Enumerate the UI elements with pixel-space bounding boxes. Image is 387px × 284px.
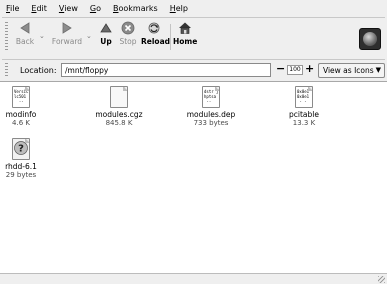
back-label: Back: [15, 37, 35, 46]
toolbar-grip[interactable]: [5, 22, 8, 52]
file-size: 733 bytes: [193, 119, 229, 127]
location-bar: Location: /mnt/floppy − 100 + View as Ic…: [0, 60, 387, 80]
file-icon-view[interactable]: Versic lc501 -- modinfo 4.6 K modules.cg…: [0, 81, 387, 273]
file-size: 29 bytes: [5, 171, 37, 179]
forward-arrow-icon: [62, 22, 72, 34]
reload-button[interactable]: Reload: [141, 21, 171, 55]
zoom-out-button[interactable]: −: [276, 63, 285, 74]
status-bar: [0, 273, 387, 284]
reload-icon: [148, 22, 160, 34]
toolbar-separator: [170, 24, 171, 50]
home-label: Home: [173, 37, 198, 46]
file-item-modules-dep[interactable]: dstr j hptsa -- modules.dep 733 bytes: [185, 86, 237, 127]
throbber-sphere-icon: [363, 32, 377, 46]
activity-throbber: [359, 28, 381, 50]
menu-file[interactable]: File: [6, 4, 19, 13]
location-input[interactable]: /mnt/floppy: [61, 63, 271, 77]
view-mode-value: View as Icons: [323, 66, 374, 75]
menu-go[interactable]: Go: [90, 4, 101, 13]
file-item-pcitable[interactable]: 0x0e1 0x0e1 - - pcitable 13.3 K: [285, 86, 323, 127]
file-preview: 0x0e1 0x0e1 - -: [297, 89, 310, 104]
back-history-dropdown-icon[interactable]: ⌄: [39, 32, 45, 40]
file-size: 13.3 K: [292, 119, 316, 127]
file-preview: dstr j hptsa --: [204, 89, 219, 104]
up-button[interactable]: Up: [97, 21, 115, 55]
text-file-icon: 0x0e1 0x0e1 - -: [295, 86, 313, 108]
menu-help[interactable]: Help: [170, 4, 188, 13]
up-arrow-icon: [100, 23, 112, 33]
file-name: modinfo: [5, 110, 37, 119]
text-file-icon: Versic lc501 --: [12, 86, 30, 108]
file-name: modules.dep: [186, 110, 236, 119]
file-size: 845.8 K: [105, 119, 133, 127]
back-arrow-icon: [20, 22, 30, 34]
forward-button[interactable]: Forward: [50, 21, 84, 55]
location-bar-grip[interactable]: [5, 63, 8, 77]
file-size: 4.6 K: [12, 119, 30, 127]
view-mode-select[interactable]: View as Icons ▼: [318, 63, 385, 78]
menu-bookmarks[interactable]: Bookmarks: [113, 4, 158, 13]
blank-file-icon: [110, 86, 128, 108]
zoom-in-button[interactable]: +: [305, 63, 314, 74]
file-name: pcitable: [289, 110, 319, 119]
forward-history-dropdown-icon[interactable]: ⌄: [86, 32, 92, 40]
home-icon: [179, 22, 191, 34]
home-button[interactable]: Home: [173, 21, 197, 55]
file-preview: Versic lc501 --: [14, 89, 29, 104]
up-label: Up: [100, 37, 112, 46]
file-item-modinfo[interactable]: Versic lc501 -- modinfo 4.6 K: [4, 86, 38, 127]
svg-text:?: ?: [18, 144, 24, 155]
menu-edit[interactable]: Edit: [31, 4, 47, 13]
zoom-level[interactable]: 100: [287, 65, 303, 75]
file-item-rhdd[interactable]: ? rhdd-6.1 29 bytes: [2, 138, 40, 179]
chevron-down-icon: ▼: [375, 66, 381, 74]
forward-label: Forward: [51, 37, 83, 46]
file-name: rhdd-6.1: [5, 162, 37, 171]
reload-label: Reload: [141, 37, 171, 46]
stop-button[interactable]: Stop: [117, 21, 139, 55]
menu-view[interactable]: View: [59, 4, 78, 13]
text-file-icon: dstr j hptsa --: [202, 86, 220, 108]
location-label: Location:: [20, 66, 57, 75]
file-item-modules-cgz[interactable]: modules.cgz 845.8 K: [92, 86, 146, 127]
unknown-file-icon: ?: [12, 138, 30, 160]
resize-grip-icon[interactable]: [378, 276, 385, 283]
back-button[interactable]: Back: [14, 21, 36, 55]
stop-icon: [121, 21, 135, 35]
stop-label: Stop: [119, 37, 137, 46]
file-name: modules.cgz: [95, 110, 143, 119]
toolbar: Back ⌄ Forward ⌄ Up Stop Reload Home: [0, 18, 387, 58]
menu-bar: File Edit View Go Bookmarks Help: [0, 0, 387, 17]
